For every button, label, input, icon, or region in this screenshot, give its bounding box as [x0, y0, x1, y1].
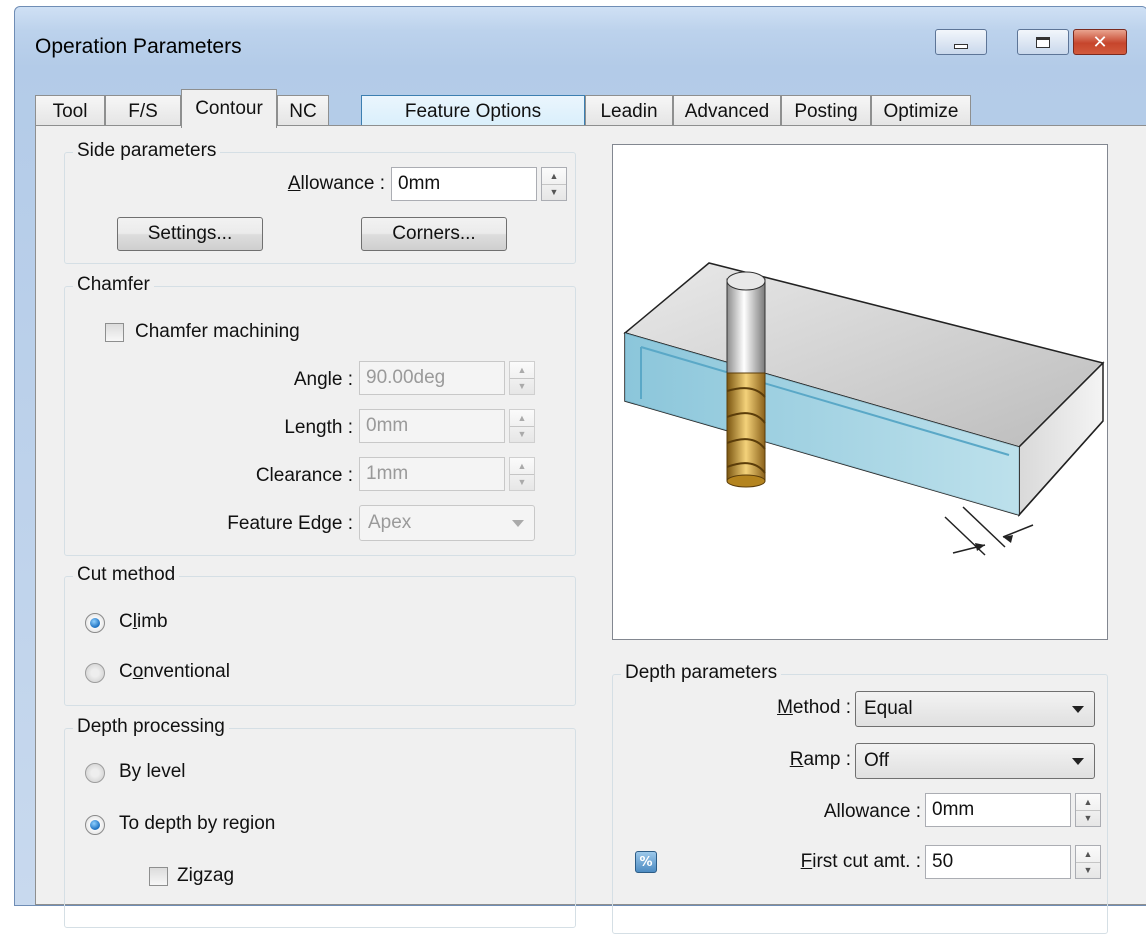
climb-label: Climb: [119, 611, 168, 632]
zigzag-label: Zigzag: [177, 865, 235, 886]
angle-label: Angle :: [293, 369, 353, 390]
tab-feature-options[interactable]: Feature Options: [361, 95, 585, 127]
clearance-spinner[interactable]: ▲ ▼: [509, 457, 535, 491]
tab-contour[interactable]: Contour: [181, 89, 277, 128]
first-cut-spinner[interactable]: ▲ ▼: [1075, 845, 1101, 879]
length-input[interactable]: 0mm: [359, 409, 505, 443]
method-label: Method :: [777, 697, 851, 718]
ramp-value: Off: [864, 750, 889, 771]
spin-down-icon[interactable]: ▼: [510, 475, 534, 491]
climb-radio[interactable]: [85, 613, 105, 633]
to-depth-by-region-radio[interactable]: [85, 815, 105, 835]
to-depth-by-region-label: To depth by region: [119, 813, 276, 834]
length-spinner[interactable]: ▲ ▼: [509, 409, 535, 443]
spin-up-icon[interactable]: ▲: [510, 362, 534, 379]
minimize-button[interactable]: [935, 29, 987, 55]
tab-fs[interactable]: F/S: [105, 95, 181, 127]
tab-nc[interactable]: NC: [277, 95, 329, 127]
side-allowance-input[interactable]: 0mm: [391, 167, 537, 201]
angle-spinner[interactable]: ▲ ▼: [509, 361, 535, 395]
maximize-icon: [1036, 36, 1050, 48]
minimize-icon: [954, 43, 968, 49]
ramp-select[interactable]: Off: [855, 743, 1095, 779]
tab-leadin[interactable]: Leadin: [585, 95, 673, 127]
maximize-button[interactable]: [1017, 29, 1069, 55]
spin-up-icon[interactable]: ▲: [1076, 794, 1100, 811]
spin-up-icon[interactable]: ▲: [510, 458, 534, 475]
dimension-arrow: [1002, 524, 1034, 538]
tab-tool[interactable]: Tool: [35, 95, 105, 127]
tab-posting[interactable]: Posting: [781, 95, 871, 127]
ramp-label: Ramp :: [789, 749, 851, 770]
tab-advanced[interactable]: Advanced: [673, 95, 781, 127]
depth-processing-label: Depth processing: [73, 716, 229, 738]
conventional-label: Conventional: [119, 661, 230, 682]
spin-down-icon[interactable]: ▼: [1076, 863, 1100, 879]
tool-shank: [726, 278, 766, 376]
spin-down-icon[interactable]: ▼: [1076, 811, 1100, 827]
side-parameters-label: Side parameters: [73, 140, 221, 162]
spin-up-icon[interactable]: ▲: [542, 168, 566, 185]
spin-up-icon[interactable]: ▲: [510, 410, 534, 427]
dialog-window: Operation Parameters ✕ Tool F/S Contour …: [14, 6, 1146, 934]
spin-down-icon[interactable]: ▼: [510, 379, 534, 395]
contour-illustration: [623, 262, 1105, 556]
first-cut-label: First cut amt. :: [800, 851, 921, 872]
depth-allowance-input[interactable]: 0mm: [925, 793, 1071, 827]
tool-top: [726, 271, 766, 291]
operation-preview-image: [612, 144, 1108, 640]
settings-button[interactable]: Settings...: [117, 217, 263, 251]
chamfer-machining-checkbox[interactable]: [105, 323, 124, 342]
angle-input[interactable]: 90.00deg: [359, 361, 505, 395]
length-label: Length :: [284, 417, 353, 438]
method-value: Equal: [864, 698, 913, 719]
feature-edge-select[interactable]: Apex: [359, 505, 535, 541]
by-level-label: By level: [119, 761, 186, 782]
chevron-down-icon: [1072, 758, 1084, 765]
corners-button[interactable]: Corners...: [361, 217, 507, 251]
tool-tip: [726, 474, 766, 488]
close-button[interactable]: ✕: [1073, 29, 1127, 55]
side-allowance-label: Allowance :: [287, 173, 385, 194]
clearance-label: Clearance :: [255, 465, 353, 486]
clearance-input[interactable]: 1mm: [359, 457, 505, 491]
cut-method-group: Cut method Climb Conventional: [64, 564, 576, 706]
side-parameters-group: Side parameters Allowance : 0mm ▲ ▼ Setti…: [64, 140, 576, 264]
spin-up-icon[interactable]: ▲: [1076, 846, 1100, 863]
depth-parameters-group: Depth parameters Method : Equal Ramp : O…: [612, 662, 1108, 934]
spin-down-icon[interactable]: ▼: [542, 185, 566, 201]
window-title: Operation Parameters: [35, 35, 242, 58]
chamfer-label: Chamfer: [73, 274, 154, 296]
cut-method-label: Cut method: [73, 564, 180, 586]
side-allowance-spinner[interactable]: ▲ ▼: [541, 167, 567, 201]
depth-processing-group: Depth processing By level To depth by re…: [64, 716, 576, 928]
chamfer-machining-label: Chamfer machining: [135, 321, 300, 342]
depth-parameters-label: Depth parameters: [621, 662, 782, 684]
tab-optimize[interactable]: Optimize: [871, 95, 971, 127]
chevron-down-icon: [1072, 706, 1084, 713]
feature-edge-label: Feature Edge :: [227, 513, 353, 534]
method-select[interactable]: Equal: [855, 691, 1095, 727]
conventional-radio[interactable]: [85, 663, 105, 683]
feature-edge-value: Apex: [368, 512, 412, 533]
tab-strip: Tool F/S Contour NC Feature Options Lead…: [35, 89, 1146, 128]
percent-toggle-icon[interactable]: %: [635, 851, 657, 873]
first-cut-input[interactable]: 50: [925, 845, 1071, 879]
chevron-down-icon: [512, 520, 524, 527]
by-level-radio[interactable]: [85, 763, 105, 783]
chamfer-group: Chamfer Chamfer machining Angle : 90.00d…: [64, 274, 576, 556]
depth-allowance-spinner[interactable]: ▲ ▼: [1075, 793, 1101, 827]
depth-allowance-label: Allowance :: [823, 801, 921, 822]
close-icon: ✕: [1092, 31, 1108, 53]
spin-down-icon[interactable]: ▼: [510, 427, 534, 443]
zigzag-checkbox[interactable]: [149, 867, 168, 886]
contour-tab-panel: Side parameters Allowance : 0mm ▲ ▼ Setti…: [35, 125, 1146, 934]
